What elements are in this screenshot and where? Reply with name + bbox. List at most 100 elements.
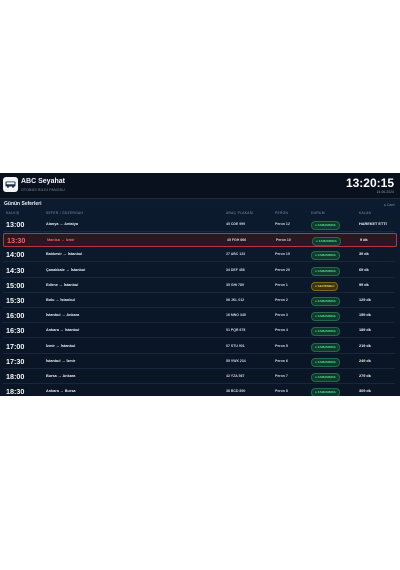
gate-number: Peron 5 (275, 343, 288, 348)
departure-row: 16:30 Ankara → İstanbul 01 PQR 678 Peron 4 ●… (3, 324, 395, 339)
gate-number: Peron 19 (275, 252, 290, 257)
route-name: Bursa → Ankara (46, 374, 76, 378)
departure-time: 15:00 (6, 280, 25, 290)
departure-time: 14:30 (6, 265, 25, 275)
status-badge: ● ZAMANINDA (311, 266, 340, 276)
column-header-route: SEFER / GÜZERGAH (46, 211, 84, 215)
date: 14.06.2024 (376, 190, 394, 194)
gate-number: Peron 20 (275, 267, 290, 272)
remaining-time: 159 dk (359, 313, 371, 318)
departure-row: 15:30 Bolu → İstanbul 06 JKL 012 Peron 2 ● Z… (3, 294, 395, 308)
departure-time: 17:30 (6, 356, 25, 366)
departure-time: 13:00 (6, 220, 25, 229)
status-badge: ● ZAMANINDA (311, 342, 340, 352)
vehicle-plate: 06 JKL 012 (226, 298, 245, 302)
departure-row: 18:00 Bursa → Ankara 42 YZA 567 Peron 7 ● ZA… (3, 370, 395, 384)
route-name: İzmir → İstanbul (46, 343, 76, 348)
remaining-time: 69 dk (359, 267, 369, 272)
departure-row: 14:00 Balıkesir → İstanbul 27 ABC 123 Peron… (3, 248, 395, 263)
vehicle-plate: 07 STU 901 (226, 343, 245, 348)
vehicle-plate: 01 PQR 678 (226, 328, 246, 333)
departure-time: 16:00 (6, 311, 25, 321)
gate-number: Peron 7 (275, 374, 288, 378)
departure-row: 18:30 Ankara → Bursa 38 BCD 890 Peron 8 ● ZA… (3, 385, 395, 396)
departure-time: 18:30 (6, 387, 25, 396)
app-title: ABC Seyahat (21, 178, 65, 185)
departure-time: 18:00 (6, 372, 25, 381)
departure-board: ABC Seyahat OTOBÜS BİLGİ PANOSU 13:20:15… (0, 173, 400, 396)
remaining-time: 309 dk (359, 389, 371, 394)
column-header-departure: KALKIŞ (6, 211, 20, 215)
remaining-time: 9 dk (360, 238, 368, 243)
vehicle-plate: 27 ABC 123 (226, 252, 246, 257)
remaining-time: 129 dk (359, 298, 371, 302)
live-indicator: ● Canlı (383, 203, 395, 207)
status-badge: ● ZAMANINDA (311, 221, 340, 230)
route-name: Edirne → İstanbul (46, 282, 79, 287)
remaining-time: 39 dk (359, 252, 369, 257)
remaining-time: 189 dk (359, 328, 371, 333)
gate-number: Peron 2 (275, 298, 288, 302)
gate-number: Peron 4 (275, 328, 288, 333)
departure-row: 17:00 İzmir → İstanbul 07 STU 901 Peron 5 ● … (3, 340, 395, 354)
column-header-plate: ARAÇ PLAKASI (226, 211, 254, 215)
status-badge: ● ZAMANINDA (311, 297, 340, 306)
route-name: Manisa → İzmir (47, 238, 75, 243)
status-badge: ● ZAMANINDA (311, 373, 340, 382)
column-header-status: DURUM (311, 211, 325, 215)
gate-number: Peron 6 (275, 358, 288, 363)
departure-time: 16:30 (6, 326, 25, 336)
vehicle-plate: 55 VWX 234 (226, 358, 246, 363)
app-subtitle: OTOBÜS BİLGİ PANOSU (21, 188, 65, 192)
departure-row: 16:00 İstanbul → Ankara 16 MNO 345 Peron 3 ●… (3, 309, 395, 324)
vehicle-plate: 45 FGH 666 (227, 238, 247, 243)
vehicle-plate: 34 DEF 456 (226, 267, 245, 272)
status-badge: ● ZAMANINDA (311, 357, 340, 367)
departure-row: 13:30 Manisa → İzmir 45 FGH 666 Peron 10 ● Z… (3, 233, 397, 248)
column-header-gate: PERON (275, 211, 289, 215)
route-name: Ankara → İstanbul (46, 328, 80, 333)
gate-number: Peron 10 (276, 238, 291, 243)
route-name: İstanbul → İzmir (46, 358, 76, 363)
status-badge: ● ZAMANINDA (312, 237, 341, 247)
vehicle-plate: 38 BCD 890 (226, 389, 246, 394)
route-name: Balıkesir → İstanbul (46, 252, 83, 257)
gate-number: Peron 3 (275, 313, 288, 318)
column-header-remaining: KALAN (359, 211, 372, 215)
departure-time: 13:30 (7, 236, 26, 246)
departure-time: 17:00 (6, 341, 25, 351)
board-header: ABC Seyahat OTOBÜS BİLGİ PANOSU 13:20:15… (0, 173, 400, 199)
status-badge: ● ZAMANINDA (311, 251, 340, 261)
bus-icon (5, 181, 16, 188)
remaining-time: 279 dk (359, 374, 371, 378)
clock: 13:20:15 (345, 176, 394, 190)
status-badge: ● ZAMANINDA (311, 388, 340, 396)
status-badge: ● ZAMANINDA (311, 312, 340, 322)
gate-number: Peron 12 (275, 222, 290, 226)
vehicle-plate: 45 CDE 999 (226, 222, 246, 226)
status-badge: ● ZAMANINDA (311, 327, 340, 337)
route-name: Bolu → İstanbul (46, 298, 75, 302)
status-badge: ● GECİKMELİ (311, 281, 339, 291)
departure-row: 13:00 Alanya → Antalya 45 CDE 999 Peron 12 ●… (3, 218, 395, 232)
remaining-time: 99 dk (359, 282, 369, 287)
departure-row: 15:00 Edirne → İstanbul 35 GHI 789 Peron 1 ●… (3, 279, 395, 293)
route-name: Ankara → Bursa (46, 389, 76, 394)
route-name: İstanbul → Ankara (46, 313, 80, 318)
remaining-time: HAREKET ETTİ (359, 222, 387, 226)
departure-time: 15:30 (6, 296, 25, 305)
departure-row: 14:30 Çanakkale → İstanbul 34 DEF 456 Peron… (3, 264, 395, 278)
logo (3, 177, 18, 192)
section-title: Günün Seferleri (4, 201, 42, 207)
remaining-time: 219 dk (359, 343, 371, 348)
vehicle-plate: 42 YZA 567 (226, 374, 245, 378)
remaining-time: 249 dk (359, 358, 371, 363)
route-name: Alanya → Antalya (46, 222, 78, 226)
departure-time: 14:00 (6, 250, 25, 260)
vehicle-plate: 35 GHI 789 (226, 282, 244, 287)
route-name: Çanakkale → İstanbul (46, 267, 86, 272)
vehicle-plate: 16 MNO 345 (226, 313, 246, 318)
departure-row: 17:30 İstanbul → İzmir 55 VWX 234 Peron 6 ● … (3, 355, 395, 369)
gate-number: Peron 8 (275, 389, 288, 394)
gate-number: Peron 1 (275, 282, 288, 287)
